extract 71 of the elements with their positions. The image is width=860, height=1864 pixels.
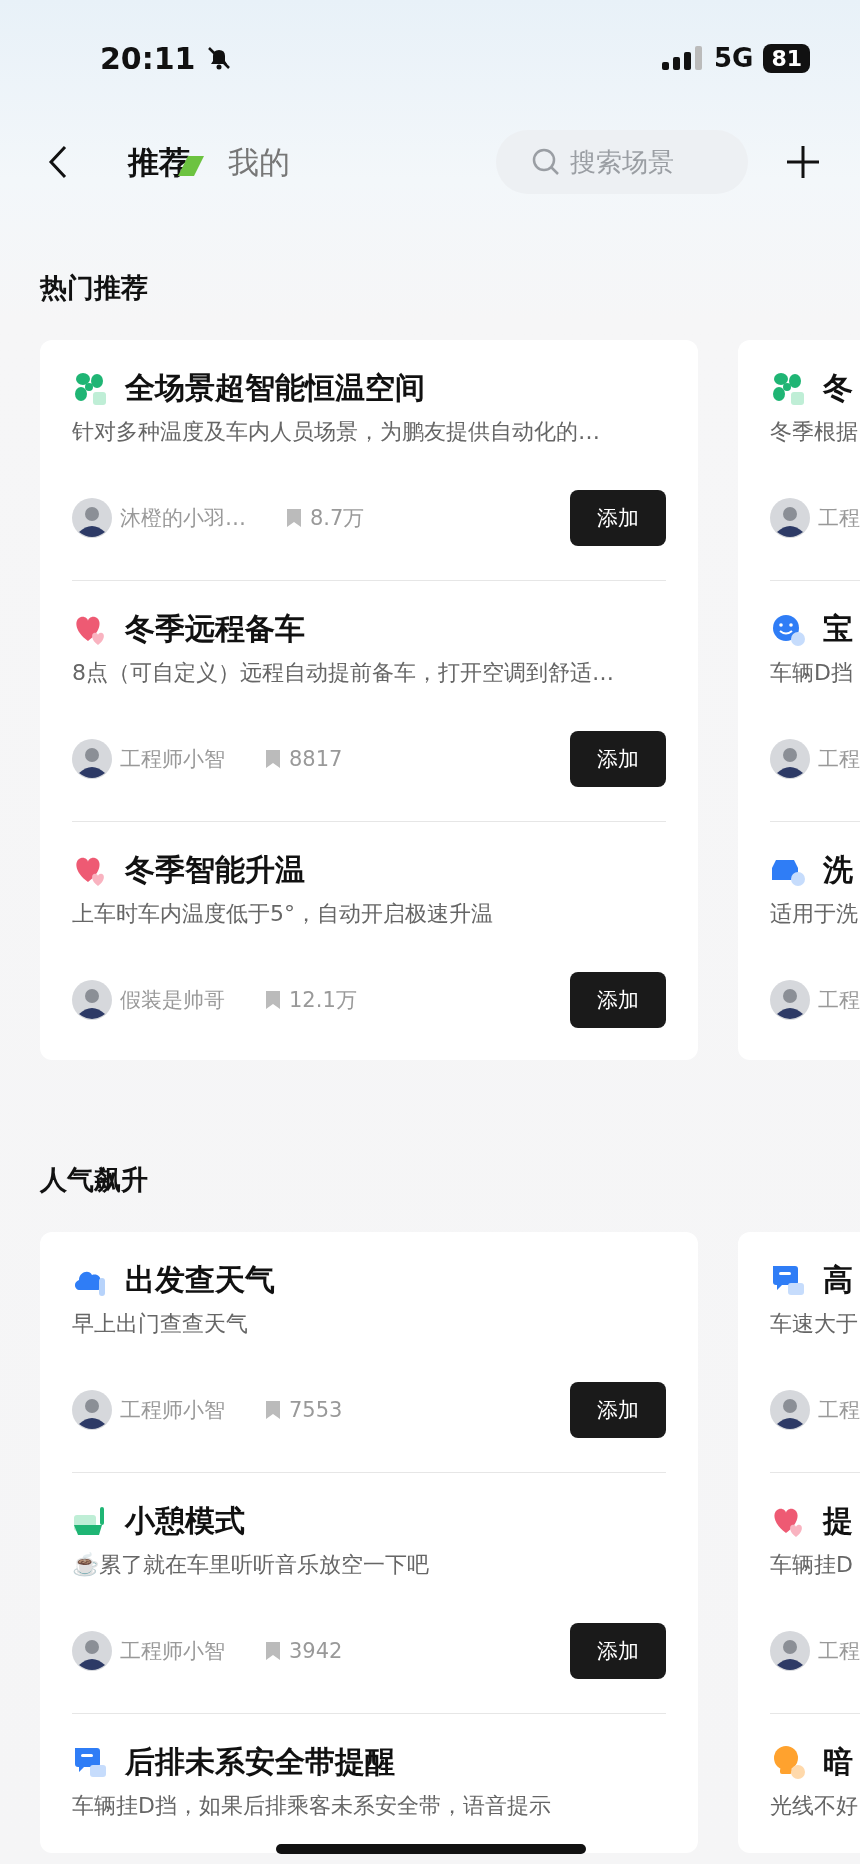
fan-icon	[72, 370, 108, 406]
avatar-icon	[72, 1390, 112, 1430]
author-name: 工程	[818, 987, 860, 1014]
save-count: 12.1万	[289, 987, 357, 1014]
section-title: 热门推荐	[40, 271, 149, 305]
status-time: 20:11	[100, 40, 196, 76]
scene-description: 车速大于	[770, 1310, 859, 1338]
scene-title[interactable]: 提	[823, 1500, 853, 1542]
scene-title[interactable]: 高	[823, 1259, 853, 1301]
author-name: 沐橙的小羽…	[120, 505, 246, 532]
bookmark-icon	[265, 1641, 281, 1661]
add-button[interactable]: 添加	[570, 1382, 666, 1438]
avatar-icon	[72, 498, 112, 538]
bookmark-icon	[265, 1400, 281, 1420]
author-name: 假装是帅哥	[120, 987, 225, 1014]
scene-description: 冬季根据	[770, 418, 859, 446]
avatar-icon	[72, 1631, 112, 1671]
bookmark-icon	[265, 749, 281, 769]
section-title: 人气飙升	[40, 1163, 149, 1197]
scene-description: 车辆挂D	[770, 1551, 854, 1579]
add-button[interactable]: 添加	[570, 972, 666, 1028]
scene-title[interactable]: 出发查天气	[125, 1259, 275, 1301]
avatar-icon	[770, 980, 810, 1020]
scene-description: 上车时车内温度低于5°，自动开启极速升温	[72, 900, 494, 928]
author-name: 工程	[818, 746, 860, 773]
add-button[interactable]: 添加	[570, 1623, 666, 1679]
add-button[interactable]: 添加	[570, 490, 666, 546]
author-name: 工程师小智	[120, 1638, 225, 1665]
save-count: 7553	[289, 1398, 343, 1422]
scene-description: 适用于洗	[770, 900, 859, 928]
scene-title[interactable]: 冬季智能升温	[125, 849, 305, 891]
nav-tab[interactable]: 我的	[228, 142, 290, 182]
author-name: 工程	[818, 1397, 860, 1424]
avatar-icon	[770, 1390, 810, 1430]
scene-description: 车辆挂D挡，如果后排乘客未系安全带，语音提示	[72, 1792, 552, 1820]
scene-description: 光线不好	[770, 1792, 859, 1820]
scene-title[interactable]: 洗	[823, 849, 853, 891]
fan-icon	[770, 370, 806, 406]
scene-title[interactable]: 小憩模式	[125, 1500, 245, 1542]
signal-icon	[661, 46, 704, 70]
avatar-icon	[770, 739, 810, 779]
scene-description: 车辆D挡	[770, 659, 854, 687]
network-label: 5G	[713, 43, 754, 73]
avatar-icon	[72, 980, 112, 1020]
avatar-icon	[770, 1631, 810, 1671]
scene-title[interactable]: 宝	[823, 608, 853, 650]
scene-title[interactable]: 全场景超智能恒温空间	[125, 367, 425, 409]
author-name: 工程	[818, 1638, 860, 1665]
scene-title[interactable]: 后排未系安全带提醒	[125, 1741, 395, 1783]
add-button[interactable]: 添加	[570, 731, 666, 787]
bookmark-icon	[265, 990, 281, 1010]
avatar-icon	[72, 739, 112, 779]
save-count: 8.7万	[310, 505, 365, 532]
author-name: 工程师小智	[120, 1397, 225, 1424]
back-icon[interactable]	[48, 145, 68, 179]
avatar-icon	[770, 498, 810, 538]
scene-title[interactable]: 冬	[823, 367, 853, 409]
save-count: 3942	[289, 1639, 343, 1663]
battery-level: 81	[763, 43, 810, 73]
scene-description: 早上出门查查天气	[72, 1310, 249, 1338]
bookmark-icon	[286, 508, 302, 528]
scene-title[interactable]: 冬季远程备车	[125, 608, 305, 650]
author-name: 工程师小智	[120, 746, 225, 773]
save-count: 8817	[289, 747, 343, 771]
add-icon[interactable]	[786, 145, 820, 179]
search-icon	[532, 148, 560, 176]
scene-description: 8点（可自定义）远程自动提前备车，打开空调到舒适…	[72, 659, 615, 687]
author-name: 工程	[818, 505, 860, 532]
scene-description: 针对多种温度及车内人员场景，为鹏友提供自动化的…	[72, 418, 601, 446]
scene-title[interactable]: 暗	[823, 1741, 853, 1783]
scene-description: ☕累了就在车里听听音乐放空一下吧	[72, 1551, 430, 1579]
